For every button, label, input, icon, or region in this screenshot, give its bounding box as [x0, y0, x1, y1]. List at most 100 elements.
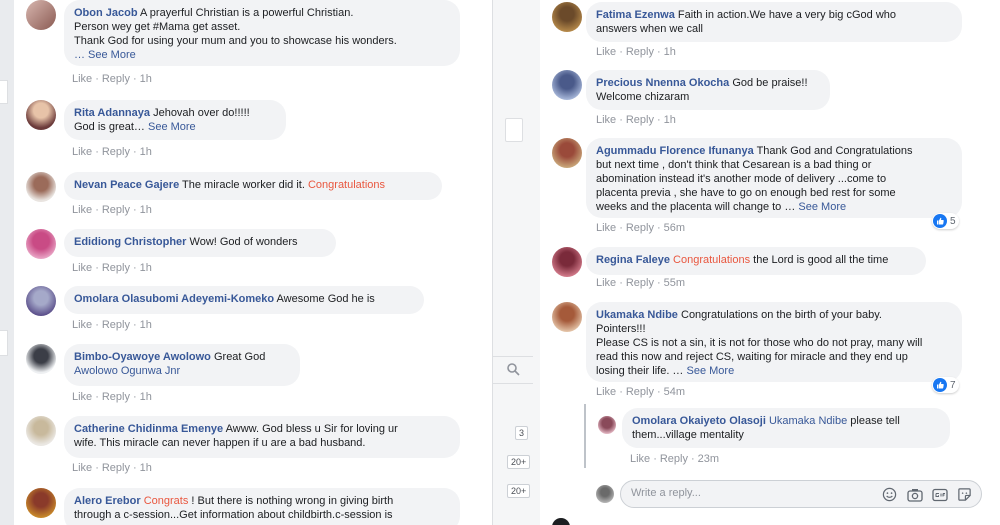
reply-link[interactable]: Reply — [102, 391, 130, 403]
reply-link[interactable]: Reply — [102, 462, 130, 474]
avatar[interactable] — [26, 286, 56, 316]
see-more-link[interactable]: See More — [687, 365, 735, 377]
reaction-number: 5 — [950, 215, 956, 227]
commenter-name[interactable]: Alero Erebor — [74, 495, 141, 507]
avatar[interactable] — [552, 70, 582, 100]
see-more-link[interactable]: … See More — [74, 48, 448, 62]
tagged-user[interactable]: Awolowo Ogunwa Jnr — [74, 364, 288, 378]
commenter-name[interactable]: Bimbo-Oyawoye Awolowo — [74, 351, 211, 363]
avatar[interactable] — [26, 416, 56, 446]
like-link[interactable]: Like — [596, 114, 616, 126]
reply-link[interactable]: Reply — [102, 146, 130, 158]
mentioned-user[interactable]: Ukamaka Ndibe — [769, 415, 847, 427]
like-link[interactable]: Like — [72, 391, 92, 403]
comment-actions: Like · Reply · 1h — [596, 46, 676, 58]
gif-icon[interactable] — [931, 486, 948, 503]
commenter-name[interactable]: Ukamaka Ndibe — [596, 309, 678, 321]
timestamp[interactable]: 1h — [140, 73, 152, 85]
search-button[interactable] — [493, 356, 533, 384]
timestamp[interactable]: 1h — [140, 262, 152, 274]
timestamp[interactable]: 1h — [140, 146, 152, 158]
commenter-name[interactable]: Omolara Okaiyeto Olasoji — [632, 415, 766, 427]
reply-link[interactable]: Reply — [660, 453, 688, 465]
commenter-name[interactable]: Omolara Olasubomi Adeyemi-Komeko — [74, 293, 274, 305]
reply-input-box[interactable] — [620, 480, 982, 508]
highlight-text[interactable]: Congrats — [144, 495, 189, 507]
reply-link[interactable]: Reply — [626, 46, 654, 58]
see-more-link[interactable]: See More — [798, 201, 846, 213]
avatar[interactable] — [552, 518, 570, 525]
timestamp[interactable]: 1h — [140, 204, 152, 216]
avatar[interactable] — [598, 416, 616, 434]
reply-link[interactable]: Reply — [102, 73, 130, 85]
like-link[interactable]: Like — [630, 453, 650, 465]
reply-link[interactable]: Reply — [102, 204, 130, 216]
avatar[interactable] — [552, 138, 582, 168]
timestamp[interactable]: 1h — [664, 46, 676, 58]
sticker-icon[interactable] — [956, 486, 973, 503]
count-badge[interactable]: 3 — [515, 426, 529, 440]
reply-link[interactable]: Reply — [626, 114, 654, 126]
reply-bubble: Omolara Okaiyeto Olasoji Ukamaka Ndibe p… — [622, 408, 950, 448]
timestamp[interactable]: 1h — [140, 319, 152, 331]
like-link[interactable]: Like — [72, 262, 92, 274]
comment-bubble: Omolara Olasubomi Adeyemi-Komeko Awesome… — [64, 286, 424, 314]
reply-link[interactable]: Reply — [626, 386, 654, 398]
timestamp[interactable]: 55m — [664, 277, 685, 289]
reaction-count[interactable]: 5 — [932, 213, 959, 229]
like-link[interactable]: Like — [596, 222, 616, 234]
commenter-name[interactable]: Precious Nnenna Okocha — [596, 77, 729, 89]
like-link[interactable]: Like — [596, 386, 616, 398]
emoji-icon[interactable] — [881, 486, 898, 503]
commenter-name[interactable]: Agummadu Florence Ifunanya — [596, 145, 754, 157]
highlight-text[interactable]: Congratulations — [308, 179, 385, 191]
highlight-text[interactable]: Congratulations — [673, 254, 750, 266]
like-link[interactable]: Like — [596, 46, 616, 58]
reply-link[interactable]: Reply — [102, 262, 130, 274]
avatar[interactable] — [26, 172, 56, 202]
avatar[interactable] — [552, 2, 582, 32]
commenter-name[interactable]: Fatima Ezenwa — [596, 9, 675, 21]
like-link[interactable]: Like — [72, 146, 92, 158]
comment-text: Wow! God of wonders — [189, 236, 298, 248]
avatar[interactable] — [552, 302, 582, 332]
reply-input[interactable] — [631, 487, 871, 499]
camera-icon[interactable] — [906, 486, 923, 503]
timestamp[interactable]: 23m — [698, 453, 719, 465]
commenter-name[interactable]: Catherine Chidinma Emenye — [74, 423, 223, 435]
avatar[interactable] — [26, 0, 56, 30]
comment-actions: Like · Reply · 55m — [596, 277, 686, 289]
reply-link[interactable]: Reply — [626, 222, 654, 234]
comment-text: Great God — [213, 351, 266, 363]
commenter-name[interactable]: Regina Faleye — [596, 254, 670, 266]
timestamp[interactable]: 1h — [664, 114, 676, 126]
comment-bubble: Agummadu Florence Ifunanya Thank God and… — [586, 138, 962, 218]
count-badge[interactable]: 20+ — [507, 455, 531, 469]
timestamp[interactable]: 1h — [140, 462, 152, 474]
reply-link[interactable]: Reply — [626, 277, 654, 289]
comment-text: them...village mentality — [632, 429, 744, 441]
like-link[interactable]: Like — [72, 73, 92, 85]
see-more-link[interactable]: See More — [148, 121, 196, 133]
comment-text: wife. This miracle can never happen if u… — [74, 437, 366, 449]
reply-link[interactable]: Reply — [102, 319, 130, 331]
like-link[interactable]: Like — [72, 204, 92, 216]
avatar[interactable] — [26, 488, 56, 518]
like-link[interactable]: Like — [596, 277, 616, 289]
avatar[interactable] — [26, 100, 56, 130]
avatar[interactable] — [26, 344, 56, 374]
commenter-name[interactable]: Edidiong Christopher — [74, 236, 186, 248]
like-link[interactable]: Like — [72, 319, 92, 331]
commenter-name[interactable]: Rita Adannaya — [74, 107, 150, 119]
comment-text: Thank God for using your mum and you to … — [74, 35, 397, 47]
commenter-name[interactable]: Nevan Peace Gajere — [74, 179, 179, 191]
avatar[interactable] — [26, 229, 56, 259]
avatar[interactable] — [552, 247, 582, 277]
reaction-count[interactable]: 7 — [932, 377, 959, 393]
count-badge[interactable]: 20+ — [507, 484, 531, 498]
timestamp[interactable]: 54m — [664, 386, 685, 398]
like-link[interactable]: Like — [72, 462, 92, 474]
timestamp[interactable]: 1h — [140, 391, 152, 403]
timestamp[interactable]: 56m — [664, 222, 685, 234]
commenter-name[interactable]: Obon Jacob — [74, 7, 138, 19]
